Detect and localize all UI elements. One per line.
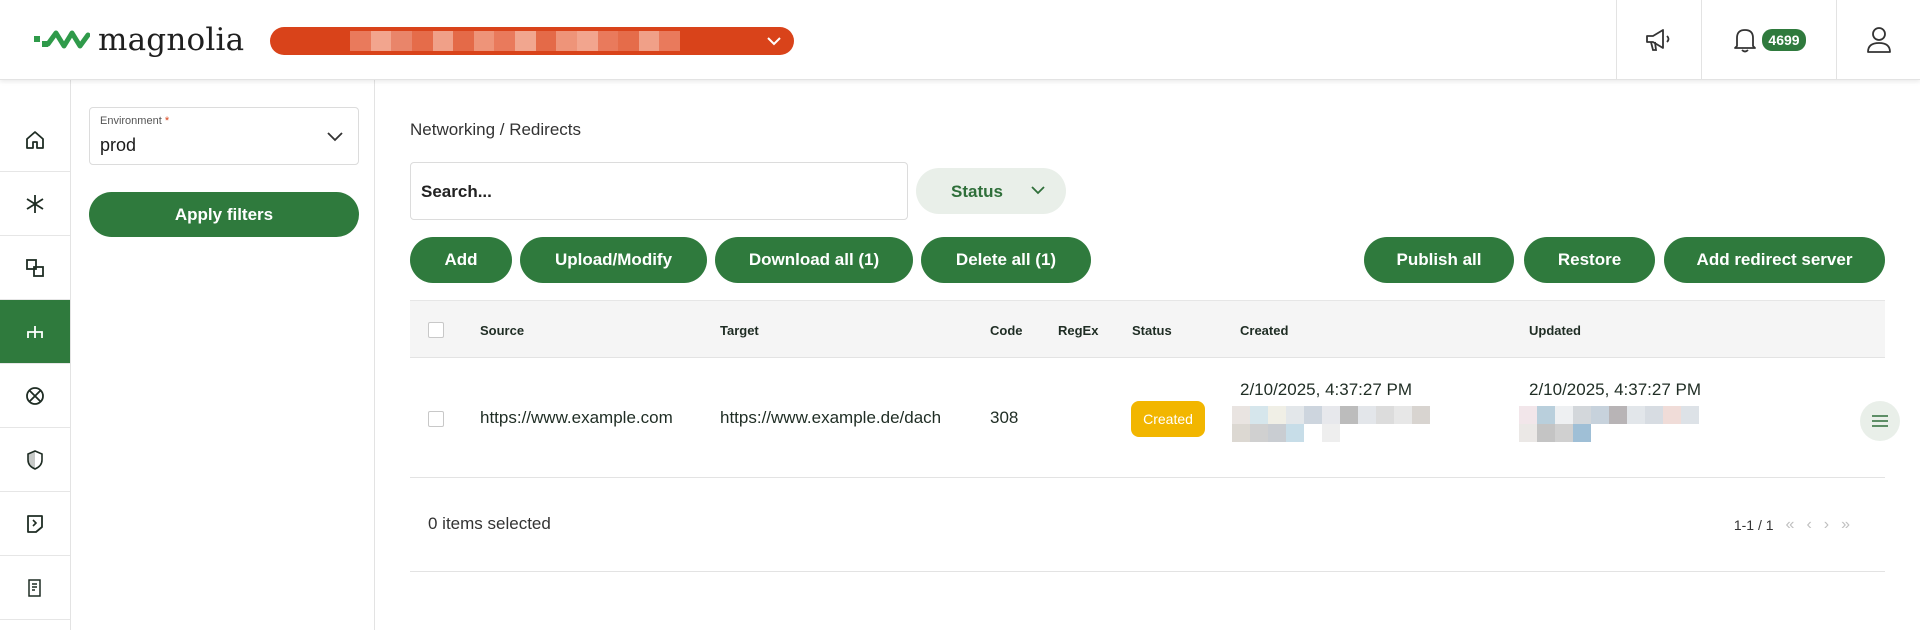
asterisk-icon — [26, 194, 44, 213]
main-content: Networking / Redirects Search... Status … — [375, 80, 1920, 630]
megaphone-icon — [1646, 29, 1670, 51]
publish-all-button[interactable]: Publish all — [1364, 237, 1514, 283]
top-bar: magnolia 4699 — [0, 0, 1920, 80]
environment-value: prod — [100, 135, 137, 155]
table-footer: 0 items selected 1-1 / 1 « ‹ › » — [410, 478, 1885, 572]
chevron-down-icon — [767, 37, 781, 46]
column-header-target[interactable]: Target — [720, 323, 759, 338]
cell-created: 2/10/2025, 4:37:27 PM — [1240, 380, 1413, 399]
nav-networking[interactable] — [0, 300, 70, 364]
chevron-down-icon — [1031, 186, 1045, 195]
created-by-redacted-2 — [1232, 424, 1340, 442]
breadcrumb: Networking / Redirects — [410, 120, 582, 139]
updated-by-redacted — [1519, 406, 1699, 424]
environment-label: Environment * — [100, 115, 170, 127]
notifications-button[interactable]: 4699 — [1701, 0, 1836, 80]
filter-panel: Environment * prod Apply filters — [71, 80, 375, 630]
column-header-regex[interactable]: RegEx — [1058, 323, 1098, 338]
cell-code: 308 — [990, 408, 1019, 427]
next-page-icon[interactable]: › — [1824, 516, 1829, 534]
magnolia-logo[interactable]: magnolia — [34, 22, 244, 58]
download-all-button[interactable]: Download all (1) — [715, 237, 913, 283]
chevron-down-icon — [327, 132, 343, 142]
cell-target: https://www.example.de/dach — [720, 408, 942, 427]
bell-icon — [1734, 29, 1757, 53]
last-page-icon[interactable]: » — [1841, 516, 1850, 534]
nav-logs[interactable] — [0, 556, 70, 620]
shield-icon — [27, 449, 43, 470]
network-icon — [27, 325, 43, 338]
nav-content[interactable] — [0, 236, 70, 300]
home-icon — [26, 130, 44, 149]
notification-count-badge: 4699 — [1762, 29, 1806, 51]
column-header-created[interactable]: Created — [1240, 323, 1288, 338]
navigation-rail — [0, 80, 71, 630]
magnolia-logo-icon — [34, 30, 90, 49]
project-name-redacted — [350, 31, 680, 51]
created-by-redacted — [1232, 406, 1430, 424]
column-header-status[interactable]: Status — [1132, 323, 1172, 338]
row-actions-menu-button[interactable] — [1860, 401, 1900, 441]
pagination: 1-1 / 1 « ‹ › » — [1734, 516, 1850, 534]
cell-updated: 2/10/2025, 4:37:27 PM — [1529, 380, 1702, 399]
search-placeholder: Search... — [421, 182, 492, 201]
log-file-icon — [28, 578, 41, 597]
layers-icon — [26, 258, 44, 277]
project-selector[interactable] — [270, 27, 794, 55]
search-input[interactable]: Search... — [410, 162, 908, 220]
apply-filters-button[interactable]: Apply filters — [89, 192, 359, 237]
announcements-button[interactable] — [1616, 0, 1701, 80]
logo-text: magnolia — [98, 22, 245, 58]
document-icon — [27, 514, 43, 533]
table-row[interactable]: https://www.example.com https://www.exam… — [410, 358, 1900, 478]
upload-modify-button[interactable]: Upload/Modify — [520, 237, 707, 283]
column-header-updated[interactable]: Updated — [1529, 323, 1581, 338]
select-all-checkbox[interactable] — [428, 322, 444, 338]
previous-page-icon[interactable]: ‹ — [1806, 516, 1811, 534]
status-filter-dropdown[interactable]: Status — [916, 168, 1066, 214]
status-badge: Created — [1131, 401, 1205, 437]
blocked-icon — [26, 386, 44, 405]
nav-blocked[interactable] — [0, 364, 70, 428]
add-redirect-server-button[interactable]: Add redirect server — [1664, 237, 1885, 283]
cell-source: https://www.example.com — [480, 408, 673, 427]
column-header-source[interactable]: Source — [480, 323, 524, 338]
nav-security[interactable] — [0, 428, 70, 492]
user-menu-button[interactable] — [1836, 0, 1920, 80]
table-header: Source Target Code RegEx Status Created … — [410, 300, 1885, 358]
restore-button[interactable]: Restore — [1524, 237, 1655, 283]
nav-documents[interactable] — [0, 492, 70, 556]
selected-count: 0 items selected — [428, 514, 551, 533]
first-page-icon[interactable]: « — [1786, 516, 1795, 534]
nav-home[interactable] — [0, 108, 70, 172]
updated-by-redacted-2 — [1519, 424, 1591, 442]
user-icon — [1866, 27, 1891, 53]
delete-all-button[interactable]: Delete all (1) — [921, 237, 1091, 283]
menu-icon — [1872, 415, 1888, 427]
status-filter-label: Status — [951, 182, 1003, 201]
add-button[interactable]: Add — [410, 237, 512, 283]
page-range: 1-1 / 1 — [1733, 517, 1774, 533]
nav-projects[interactable] — [0, 172, 70, 236]
row-checkbox[interactable] — [428, 411, 444, 427]
environment-select[interactable]: Environment * prod — [89, 107, 359, 165]
column-header-code[interactable]: Code — [990, 323, 1023, 338]
